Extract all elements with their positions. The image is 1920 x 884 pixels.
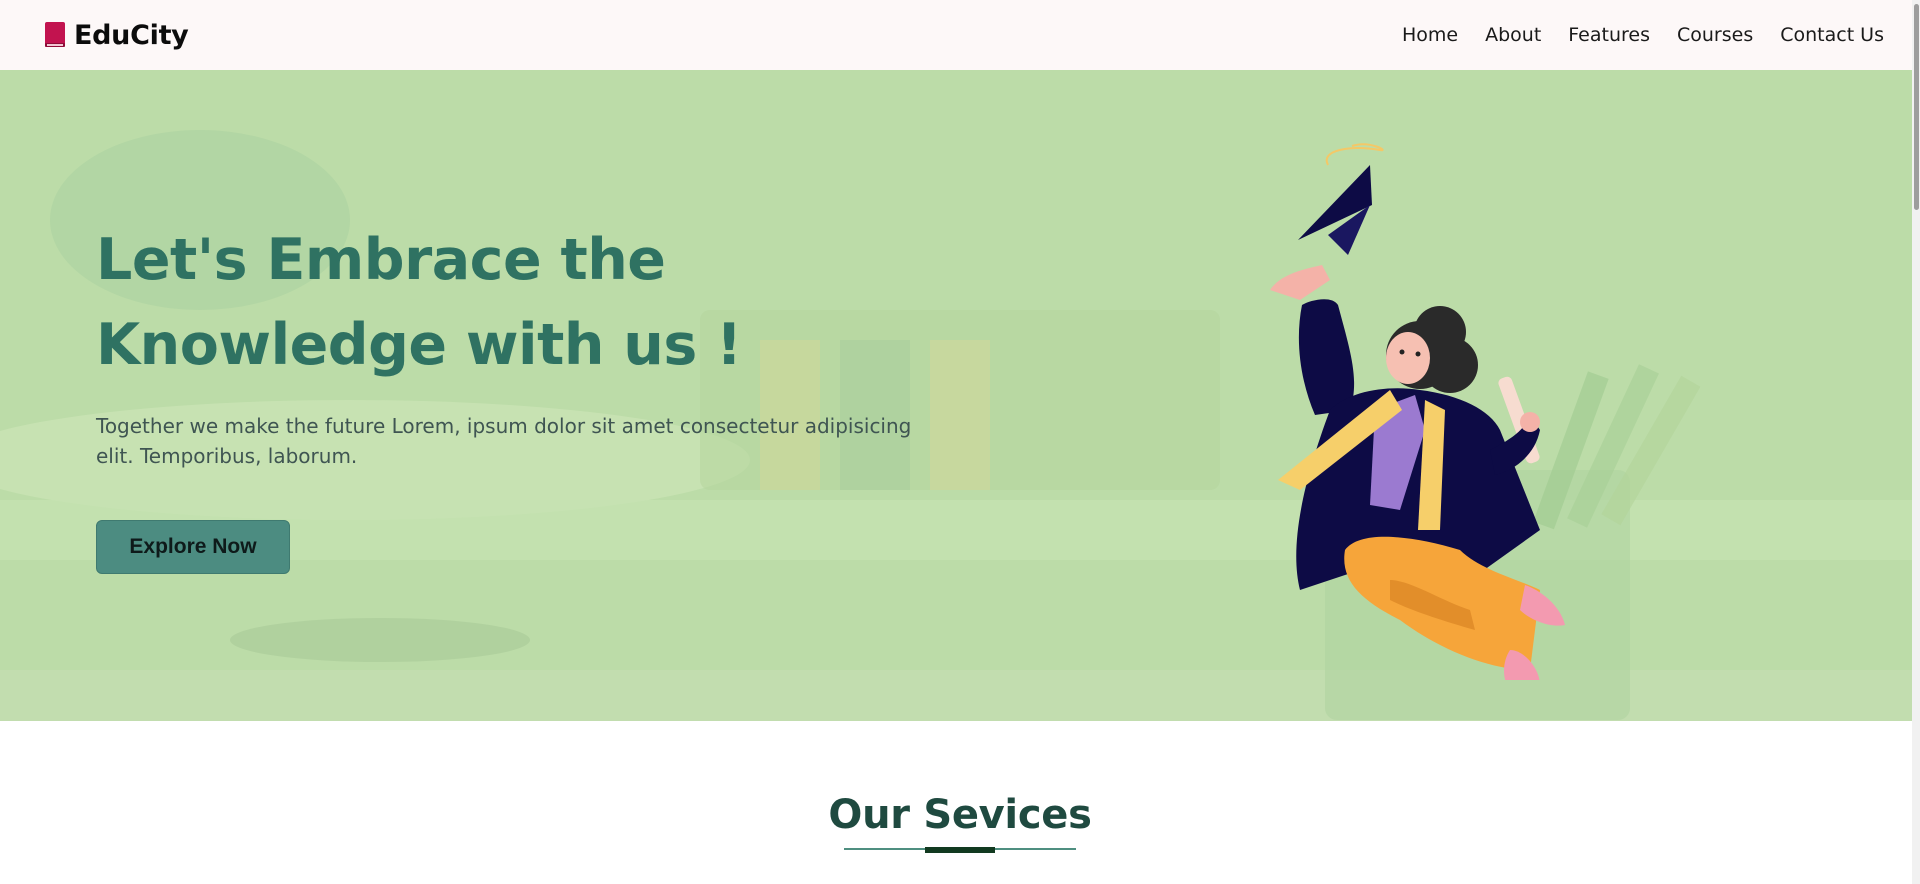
navbar: EduCity Home About Features Courses Cont… <box>0 0 1920 70</box>
explore-now-button[interactable]: Explore Now <box>96 520 290 574</box>
hero-description: Together we make the future Lorem, ipsum… <box>96 414 912 468</box>
hero-title: Let's Embrace the Knowledge with us ! <box>96 218 916 388</box>
services-heading: Our Sevices <box>828 792 1092 838</box>
nav-home[interactable]: Home <box>1402 24 1458 46</box>
brand-logo[interactable]: EduCity <box>44 19 189 51</box>
hero-title-line-1: Let's Embrace the <box>96 227 666 293</box>
scrollbar-thumb[interactable] <box>1914 4 1919 210</box>
graduate-girl-icon <box>1270 143 1565 680</box>
brand-name: EduCity <box>74 19 189 51</box>
hero-background <box>0 70 1920 721</box>
book-icon <box>44 21 66 49</box>
heading-underline-accent <box>925 847 995 853</box>
nav-features[interactable]: Features <box>1568 24 1650 46</box>
hero-section: Let's Embrace the Knowledge with us ! To… <box>0 70 1920 721</box>
hero-title-line-2: Knowledge with us ! <box>96 312 742 378</box>
page-scrollbar[interactable] <box>1912 0 1920 884</box>
nav-contact-us[interactable]: Contact Us <box>1780 24 1884 46</box>
nav-menu: Home About Features Courses Contact Us <box>1402 24 1884 46</box>
nav-courses[interactable]: Courses <box>1677 24 1753 46</box>
nav-about[interactable]: About <box>1485 24 1541 46</box>
